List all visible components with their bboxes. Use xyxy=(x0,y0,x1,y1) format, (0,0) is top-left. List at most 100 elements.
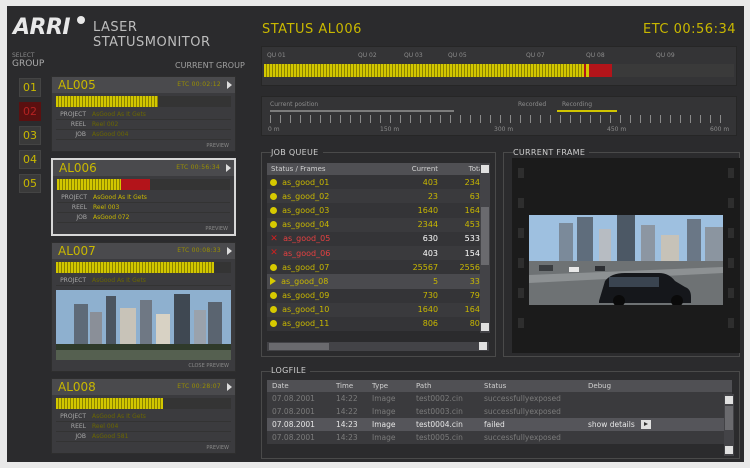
meta-row-job: JOB AsGood 581 xyxy=(56,432,231,442)
laser-card-al007[interactable]: AL007 ETC 00:08:33 PROJECT AsGood As It … xyxy=(51,242,236,372)
scroll-down-icon[interactable] xyxy=(481,323,489,331)
meta-row-project: PROJECT AsGood As It Gets xyxy=(56,110,231,120)
logfile-row[interactable]: 07.08.2001 14:22 Image test0002.cin successf… xyxy=(267,392,732,405)
scroll-thumb[interactable] xyxy=(725,406,733,430)
laser-card-al006[interactable]: AL006 ETC 00:56:34 PROJECT AsGood As It … xyxy=(51,158,236,236)
job-queue-row[interactable]: as_good_01 403 2344 xyxy=(267,175,489,190)
job-name-cell: as_good_11 xyxy=(267,316,387,332)
column-header-date[interactable]: Date xyxy=(267,380,331,392)
job-name-cell: ✕ as_good_06 xyxy=(267,245,387,261)
column-header-path[interactable]: Path xyxy=(411,380,479,392)
scroll-thumb[interactable] xyxy=(481,207,489,265)
logfile-row[interactable]: 07.08.2001 14:23 Image test0004.cin failed sh… xyxy=(267,418,732,431)
job-queue-row[interactable]: as_good_03 1640 1640 xyxy=(267,203,489,218)
meta-key: JOB xyxy=(75,433,86,440)
expand-arrow-icon[interactable] xyxy=(227,383,232,391)
hscroll-thumb[interactable] xyxy=(269,343,329,350)
job-queue-row[interactable]: as_good_08 5 335 xyxy=(267,274,489,289)
log-type-cell: Image xyxy=(367,405,411,418)
preview-toggle[interactable]: PREVIEW xyxy=(52,444,235,453)
column-header-debug[interactable]: Debug xyxy=(583,380,732,392)
meta-key: PROJECT xyxy=(60,413,86,420)
logfile-row[interactable]: 07.08.2001 14:22 Image test0003.cin successf… xyxy=(267,405,732,418)
scroll-down-icon[interactable] xyxy=(725,446,733,454)
meta-key: REEL xyxy=(71,204,87,211)
sprocket-hole xyxy=(518,198,524,208)
meta-key: PROJECT xyxy=(60,277,86,284)
logfile-table: Date Time Type Path Status Debug 07.08.2… xyxy=(267,380,732,444)
job-queue-row[interactable]: ✕ as_good_06 403 1542 xyxy=(267,245,489,261)
log-debug-cell xyxy=(583,431,732,444)
job-queue-row[interactable]: as_good_11 806 806 xyxy=(267,316,489,332)
job-queue-row[interactable]: as_good_09 730 794 xyxy=(267,288,489,303)
job-name: as_good_01 xyxy=(282,177,330,187)
job-queue-header-row: Status / Frames Current Total xyxy=(267,163,489,175)
group-tab-05[interactable]: 05 xyxy=(19,174,41,193)
group-tab-03[interactable]: 03 xyxy=(19,126,41,145)
logfile-scrollbar[interactable] xyxy=(724,394,734,456)
meta-value: AsGood 072 xyxy=(93,214,130,221)
laser-meta: PROJECT AsGood As It Gets REEL Reel 004 … xyxy=(52,412,235,444)
sprocket-hole xyxy=(728,288,734,298)
show-details-arrow-icon[interactable] xyxy=(640,420,651,430)
job-queue-row[interactable]: as_good_02 23 630 xyxy=(267,189,489,204)
log-date-cell: 07.08.2001 xyxy=(267,418,331,431)
group-tab-04[interactable]: 04 xyxy=(19,150,41,169)
logfile-heading: LOGFILE xyxy=(271,366,311,375)
timeline-label: QU 03 xyxy=(404,52,423,59)
laser-meta: PROJECT AsGood As It Gets REEL Reel 002 … xyxy=(52,110,235,142)
column-header-current[interactable]: Current xyxy=(386,163,443,175)
log-type-cell: Image xyxy=(367,392,411,405)
position-label-current: Current position xyxy=(270,101,319,108)
meta-value: Reel 004 xyxy=(92,423,119,430)
laser-etc: ETC 00:08:33 xyxy=(177,247,221,254)
job-name: as_good_08 xyxy=(281,276,329,286)
laser-preview-image xyxy=(56,290,231,360)
expand-arrow-icon[interactable] xyxy=(226,164,231,172)
meta-row-reel: REEL Reel 004 xyxy=(56,422,231,432)
scroll-up-icon[interactable] xyxy=(725,396,733,404)
job-queue-row[interactable]: as_good_10 1640 1640 xyxy=(267,302,489,317)
position-tick: 150 m xyxy=(380,126,400,133)
laser-card-header: AL008 ETC 00:28:07 xyxy=(52,379,235,395)
scroll-right-icon[interactable] xyxy=(479,342,487,350)
preview-toggle[interactable]: PREVIEW xyxy=(52,142,235,151)
column-header-status[interactable]: Status / Frames xyxy=(267,163,387,175)
meta-row-reel: REEL Reel 003 xyxy=(57,203,230,213)
group-tab-02[interactable]: 02 xyxy=(19,102,41,121)
job-name-cell: as_good_10 xyxy=(267,302,387,317)
queue-timeline[interactable]: QU 01 QU 02 QU 03 QU 05 QU 07 QU 08 QU 0… xyxy=(261,46,737,86)
meta-row-job: JOB AsGood 004 xyxy=(56,130,231,140)
progress-error-segment xyxy=(121,179,151,190)
laser-name: AL006 xyxy=(59,161,97,175)
meta-key: PROJECT xyxy=(61,194,87,201)
job-queue-scrollbar[interactable] xyxy=(480,163,490,333)
error-x-icon: ✕ xyxy=(270,233,278,244)
show-details-link[interactable]: show details xyxy=(588,420,635,429)
job-queue-row[interactable]: ✕ as_good_05 630 5332 xyxy=(267,231,489,246)
expand-arrow-icon[interactable] xyxy=(227,81,232,89)
column-header-time[interactable]: Time xyxy=(331,380,367,392)
column-header-type[interactable]: Type xyxy=(367,380,411,392)
group-tab-01[interactable]: 01 xyxy=(19,78,41,97)
laser-card-al005[interactable]: AL005 ETC 00:02:12 PROJECT AsGood As It … xyxy=(51,76,236,152)
job-queue-row[interactable]: as_good_04 2344 4537 xyxy=(267,217,489,232)
close-preview-toggle[interactable]: CLOSE PREVIEW xyxy=(52,362,235,371)
app-title: LASER STATUSMONITOR xyxy=(93,20,211,50)
expand-arrow-icon[interactable] xyxy=(227,247,232,255)
laser-status-monitor-window: ARRI LASER STATUSMONITOR SELECT GROUP CU… xyxy=(7,6,744,462)
position-label-recording: Recording xyxy=(562,101,593,108)
job-queue-hscrollbar[interactable] xyxy=(267,342,489,351)
status-dot-icon xyxy=(270,306,277,314)
job-name-cell: as_good_01 xyxy=(267,175,387,190)
column-header-status[interactable]: Status xyxy=(479,380,583,392)
logfile-row[interactable]: 07.08.2001 14:23 Image test0005.cin successf… xyxy=(267,431,732,444)
scroll-up-icon[interactable] xyxy=(481,165,489,173)
laser-card-al008[interactable]: AL008 ETC 00:28:07 PROJECT AsGood As It … xyxy=(51,378,236,454)
preview-toggle[interactable]: PREVIEW xyxy=(53,225,234,234)
job-queue-row[interactable]: as_good_07 25567 25567 xyxy=(267,260,489,275)
sprocket-hole xyxy=(518,288,524,298)
select-group-label: SELECT GROUP xyxy=(12,53,44,70)
log-status-cell: successfullyexposed xyxy=(479,392,583,405)
log-path-cell: test0004.cin xyxy=(411,418,479,431)
